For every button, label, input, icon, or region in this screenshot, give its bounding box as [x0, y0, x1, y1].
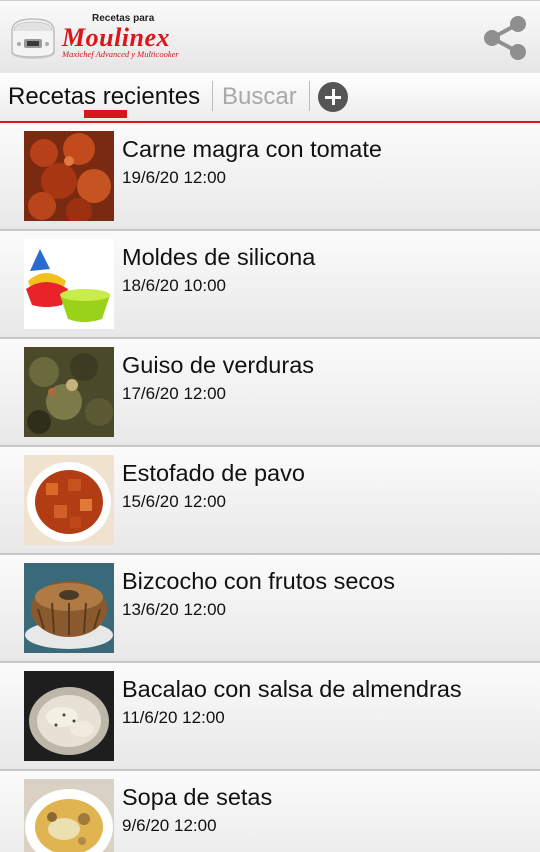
- plus-circle-icon[interactable]: [318, 82, 348, 112]
- logo-sub-text: Maxichef Advanced y Multicooker: [62, 49, 179, 59]
- recipe-thumbnail: [24, 563, 114, 653]
- recipe-thumbnail: [24, 239, 114, 329]
- recipe-date: 11/6/20 12:00: [122, 708, 225, 727]
- recipe-list: Carne magra con tomate 19/6/20 12:00 Mol…: [0, 123, 540, 852]
- recipe-date: 19/6/20 12:00: [122, 168, 226, 187]
- recipe-thumbnail: [24, 671, 114, 761]
- tab-buscar[interactable]: Buscar: [222, 83, 297, 111]
- recipe-title: Guiso de verduras: [122, 352, 315, 378]
- recipe-title: Moldes de silicona: [122, 244, 316, 270]
- recipe-title: Sopa de setas: [122, 784, 273, 810]
- tab-bar: Recetas recientes Buscar: [0, 73, 540, 123]
- recipe-title: Carne magra con tomate: [122, 136, 382, 162]
- multicooker-icon: [8, 11, 58, 61]
- tab-recetas-recientes[interactable]: Recetas recientes: [8, 83, 200, 111]
- tab-divider: [309, 81, 310, 111]
- recipe-thumbnail: [24, 347, 114, 437]
- app-bar: Recetas para Moulinex Maxichef Advanced …: [0, 0, 540, 73]
- recipe-title: Bacalao con salsa de almendras: [122, 676, 462, 702]
- recipe-row[interactable]: Sopa de setas 9/6/20 12:00: [0, 771, 540, 852]
- recipe-date: 17/6/20 12:00: [122, 384, 226, 403]
- recipe-title: Bizcocho con frutos secos: [122, 568, 395, 594]
- recipe-row[interactable]: Bizcocho con frutos secos 13/6/20 12:00: [0, 555, 540, 663]
- tab-divider: [212, 81, 213, 111]
- recipe-row[interactable]: Guiso de verduras 17/6/20 12:00: [0, 339, 540, 447]
- recipe-date: 9/6/20 12:00: [122, 816, 217, 835]
- recipe-row[interactable]: Bacalao con salsa de almendras 11/6/20 1…: [0, 663, 540, 771]
- share-icon[interactable]: [478, 11, 532, 65]
- recipe-row[interactable]: Carne magra con tomate 19/6/20 12:00: [0, 123, 540, 231]
- recipe-date: 18/6/20 10:00: [122, 276, 226, 295]
- recipe-thumbnail: [24, 455, 114, 545]
- recipe-row[interactable]: Estofado de pavo 15/6/20 12:00: [0, 447, 540, 555]
- recipe-thumbnail: [24, 131, 114, 221]
- recipe-title: Estofado de pavo: [122, 460, 305, 486]
- recipe-date: 13/6/20 12:00: [122, 600, 226, 619]
- recipe-thumbnail: [24, 779, 114, 852]
- moulinex-logo: Recetas para Moulinex Maxichef Advanced …: [60, 9, 220, 65]
- recipe-date: 15/6/20 12:00: [122, 492, 226, 511]
- active-tab-indicator: [84, 110, 127, 118]
- recipe-row[interactable]: Moldes de silicona 18/6/20 10:00: [0, 231, 540, 339]
